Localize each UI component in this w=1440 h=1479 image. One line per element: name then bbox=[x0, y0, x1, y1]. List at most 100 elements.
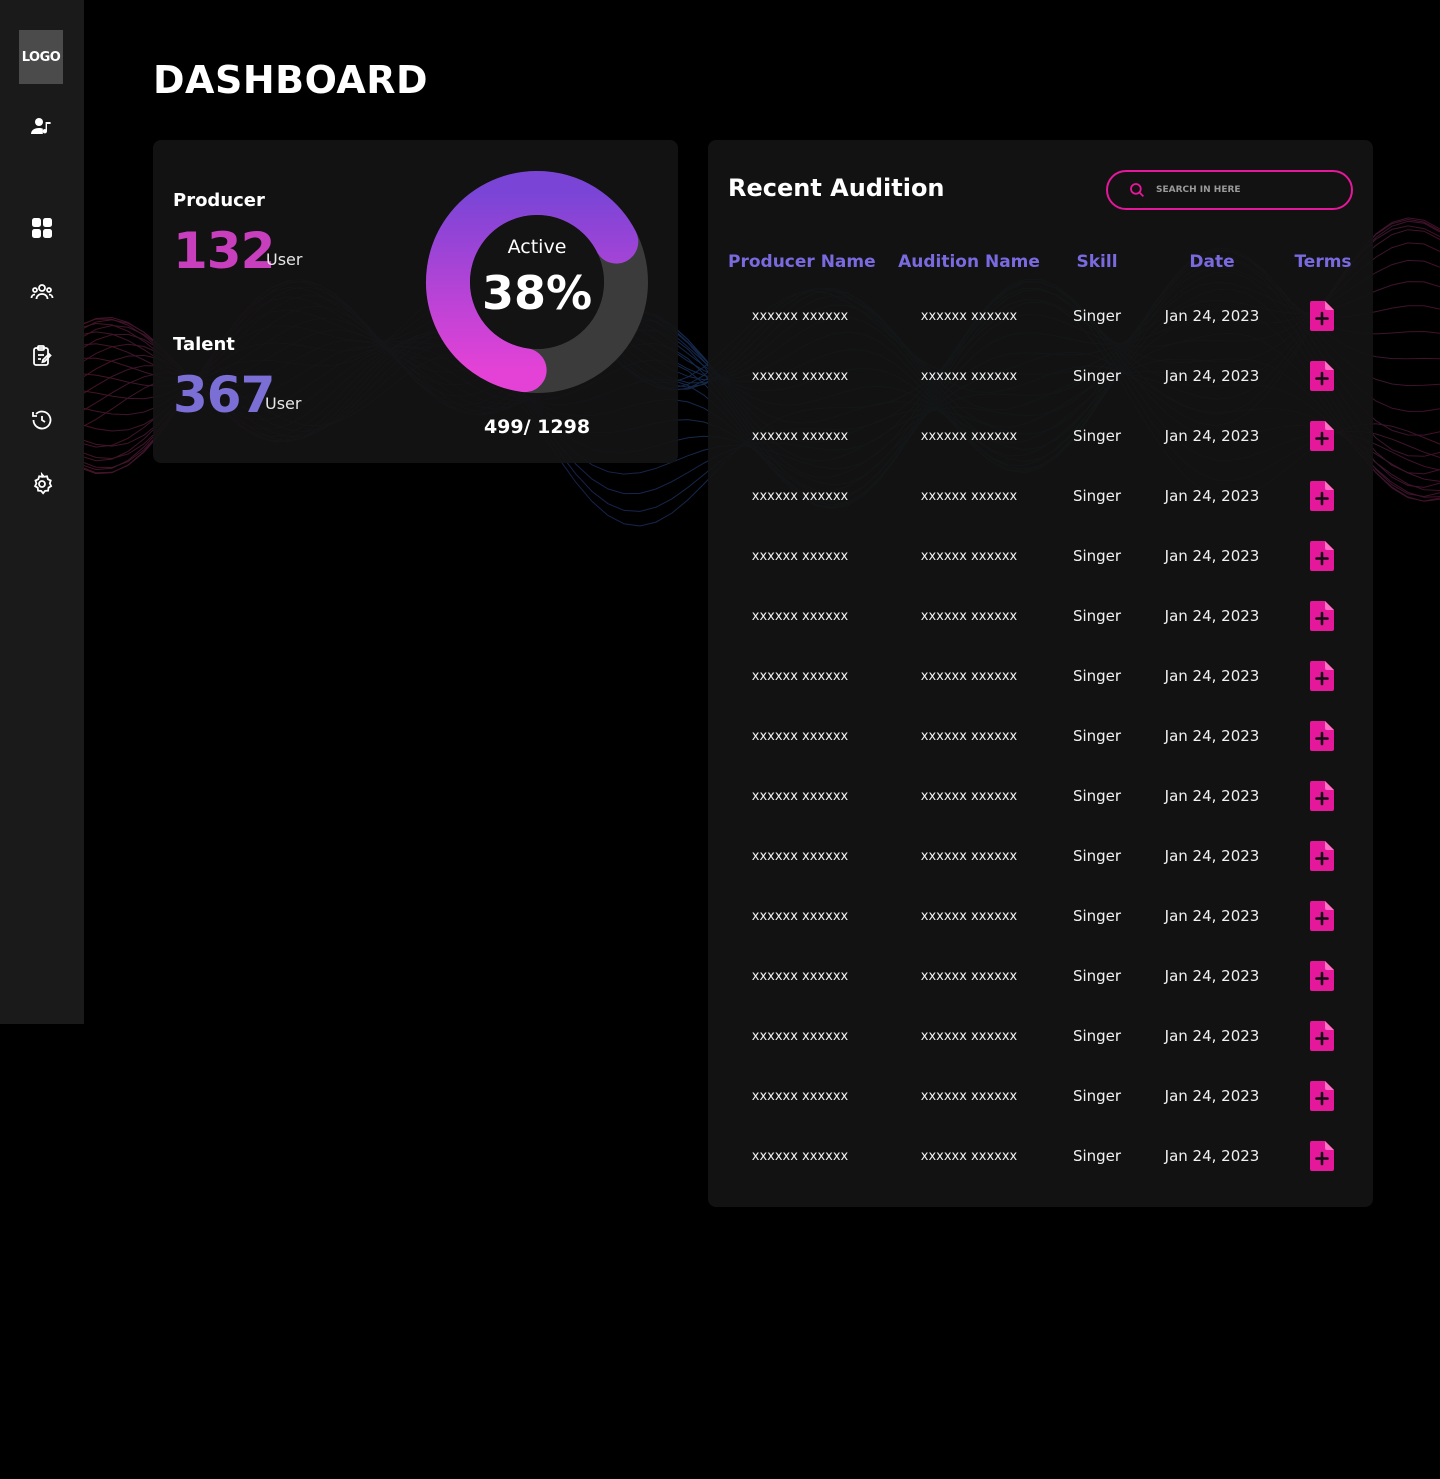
table-row[interactable]: xxxxxx xxxxxx xxxxxx xxxxxx Singer Jan 24, … bbox=[728, 407, 1353, 467]
date-cell: Jan 24, 2023 bbox=[1164, 367, 1260, 385]
add-document-icon[interactable] bbox=[1310, 601, 1334, 631]
add-document-icon[interactable] bbox=[1310, 421, 1334, 451]
date-cell: Jan 24, 2023 bbox=[1164, 427, 1260, 445]
table-row[interactable]: xxxxxx xxxxxx xxxxxx xxxxxx Singer Jan 24, … bbox=[728, 587, 1353, 647]
date-cell: Jan 24, 2023 bbox=[1164, 1147, 1260, 1165]
table-row[interactable]: xxxxxx xxxxxx xxxxxx xxxxxx Singer Jan 24, … bbox=[728, 287, 1353, 347]
column-header-skill[interactable]: Skill bbox=[1063, 252, 1131, 272]
active-label: Active bbox=[507, 236, 567, 258]
skill-cell: Singer bbox=[1072, 1027, 1122, 1045]
table-row[interactable]: xxxxxx xxxxxx xxxxxx xxxxxx Singer Jan 24, … bbox=[728, 707, 1353, 767]
logo[interactable]: LOGO bbox=[19, 30, 63, 84]
audition-name-cell: xxxxxx xxxxxx bbox=[920, 429, 1018, 444]
table-row[interactable]: xxxxxx xxxxxx xxxxxx xxxxxx Singer Jan 24, … bbox=[728, 947, 1353, 1007]
table-row[interactable]: xxxxxx xxxxxx xxxxxx xxxxxx Singer Jan 24, … bbox=[728, 767, 1353, 827]
add-document-icon[interactable] bbox=[1310, 361, 1334, 391]
skill-cell: Singer bbox=[1072, 547, 1122, 565]
date-cell: Jan 24, 2023 bbox=[1164, 967, 1260, 985]
table-row[interactable]: xxxxxx xxxxxx xxxxxx xxxxxx Singer Jan 24, … bbox=[728, 527, 1353, 587]
date-cell: Jan 24, 2023 bbox=[1164, 667, 1260, 685]
date-cell: Jan 24, 2023 bbox=[1164, 487, 1260, 505]
skill-cell: Singer bbox=[1072, 427, 1122, 445]
add-document-icon[interactable] bbox=[1310, 901, 1334, 931]
column-header-producer-name[interactable]: Producer Name bbox=[728, 252, 876, 272]
audition-name-cell: xxxxxx xxxxxx bbox=[920, 1149, 1018, 1164]
active-percent: 38% bbox=[481, 266, 593, 320]
add-document-icon[interactable] bbox=[1310, 721, 1334, 751]
add-document-icon[interactable] bbox=[1310, 541, 1334, 571]
producer-name-cell: xxxxxx xxxxxx bbox=[751, 789, 849, 804]
date-cell: Jan 24, 2023 bbox=[1164, 1087, 1260, 1105]
audition-name-cell: xxxxxx xxxxxx bbox=[920, 489, 1018, 504]
table-row[interactable]: xxxxxx xxxxxx xxxxxx xxxxxx Singer Jan 24, … bbox=[728, 827, 1353, 887]
audition-name-cell: xxxxxx xxxxxx bbox=[920, 669, 1018, 684]
date-cell: Jan 24, 2023 bbox=[1164, 307, 1260, 325]
audition-name-cell: xxxxxx xxxxxx bbox=[920, 309, 1018, 324]
producer-name-cell: xxxxxx xxxxxx bbox=[751, 669, 849, 684]
history-icon[interactable] bbox=[28, 406, 56, 434]
audition-name-cell: xxxxxx xxxxxx bbox=[920, 1029, 1018, 1044]
table-row[interactable]: xxxxxx xxxxxx xxxxxx xxxxxx Singer Jan 24, … bbox=[728, 1067, 1353, 1127]
audition-name-cell: xxxxxx xxxxxx bbox=[920, 789, 1018, 804]
date-cell: Jan 24, 2023 bbox=[1164, 1027, 1260, 1045]
column-header-audition-name[interactable]: Audition Name bbox=[898, 252, 1040, 272]
audition-name-cell: xxxxxx xxxxxx bbox=[920, 549, 1018, 564]
producer-name-cell: xxxxxx xxxxxx bbox=[751, 909, 849, 924]
settings-gear-icon[interactable] bbox=[28, 470, 56, 498]
talent-label: Talent bbox=[173, 334, 235, 355]
producer-name-cell: xxxxxx xxxxxx bbox=[751, 849, 849, 864]
add-document-icon[interactable] bbox=[1310, 1141, 1334, 1171]
add-document-icon[interactable] bbox=[1310, 781, 1334, 811]
talent-count: 367 bbox=[173, 366, 275, 424]
table-row[interactable]: xxxxxx xxxxxx xxxxxx xxxxxx Singer Jan 24, … bbox=[728, 467, 1353, 527]
table-row[interactable]: xxxxxx xxxxxx xxxxxx xxxxxx Singer Jan 24, … bbox=[728, 347, 1353, 407]
table-row[interactable]: xxxxxx xxxxxx xxxxxx xxxxxx Singer Jan 24, … bbox=[728, 1007, 1353, 1067]
recent-audition-title: Recent Audition bbox=[728, 174, 945, 202]
producer-name-cell: xxxxxx xxxxxx bbox=[751, 489, 849, 504]
add-document-icon[interactable] bbox=[1310, 301, 1334, 331]
skill-cell: Singer bbox=[1072, 1147, 1122, 1165]
producer-name-cell: xxxxxx xxxxxx bbox=[751, 729, 849, 744]
add-document-icon[interactable] bbox=[1310, 481, 1334, 511]
date-cell: Jan 24, 2023 bbox=[1164, 907, 1260, 925]
table-row[interactable]: xxxxxx xxxxxx xxxxxx xxxxxx Singer Jan 24, … bbox=[728, 1127, 1353, 1187]
table-row[interactable]: xxxxxx xxxxxx xxxxxx xxxxxx Singer Jan 24, … bbox=[728, 887, 1353, 947]
add-document-icon[interactable] bbox=[1310, 961, 1334, 991]
table-row[interactable]: xxxxxx xxxxxx xxxxxx xxxxxx Singer Jan 24, … bbox=[728, 647, 1353, 707]
add-document-icon[interactable] bbox=[1310, 1021, 1334, 1051]
add-document-icon[interactable] bbox=[1310, 841, 1334, 871]
add-document-icon[interactable] bbox=[1310, 661, 1334, 691]
add-document-icon[interactable] bbox=[1310, 1081, 1334, 1111]
date-cell: Jan 24, 2023 bbox=[1164, 787, 1260, 805]
date-cell: Jan 24, 2023 bbox=[1164, 727, 1260, 745]
skill-cell: Singer bbox=[1072, 847, 1122, 865]
column-header-terms[interactable]: Terms bbox=[1288, 252, 1358, 272]
date-cell: Jan 24, 2023 bbox=[1164, 547, 1260, 565]
skill-cell: Singer bbox=[1072, 907, 1122, 925]
dashboard-grid-icon[interactable] bbox=[28, 214, 56, 242]
search-input[interactable] bbox=[1156, 185, 1336, 195]
skill-cell: Singer bbox=[1072, 367, 1122, 385]
talent-unit: User bbox=[265, 394, 302, 413]
producer-name-cell: xxxxxx xxxxxx bbox=[751, 429, 849, 444]
skill-cell: Singer bbox=[1072, 667, 1122, 685]
producer-name-cell: xxxxxx xxxxxx bbox=[751, 309, 849, 324]
date-cell: Jan 24, 2023 bbox=[1164, 607, 1260, 625]
clipboard-edit-icon[interactable] bbox=[28, 342, 56, 370]
active-fraction: 499/ 1298 bbox=[483, 416, 591, 438]
search-box[interactable] bbox=[1106, 170, 1353, 210]
music-user-icon[interactable] bbox=[28, 112, 56, 140]
producer-name-cell: xxxxxx xxxxxx bbox=[751, 609, 849, 624]
users-group-icon[interactable] bbox=[28, 278, 56, 306]
audition-name-cell: xxxxxx xxxxxx bbox=[920, 369, 1018, 384]
producer-name-cell: xxxxxx xxxxxx bbox=[751, 549, 849, 564]
producer-unit: User bbox=[266, 250, 303, 269]
column-header-date[interactable]: Date bbox=[1156, 252, 1268, 272]
page-title: DASHBOARD bbox=[153, 58, 429, 102]
audition-table-body: xxxxxx xxxxxx xxxxxx xxxxxx Singer Jan 24, … bbox=[728, 287, 1353, 1187]
stats-card: Producer 132 User Talent 367 User Active… bbox=[153, 140, 678, 463]
skill-cell: Singer bbox=[1072, 727, 1122, 745]
skill-cell: Singer bbox=[1072, 307, 1122, 325]
producer-label: Producer bbox=[173, 190, 265, 211]
producer-name-cell: xxxxxx xxxxxx bbox=[751, 1089, 849, 1104]
